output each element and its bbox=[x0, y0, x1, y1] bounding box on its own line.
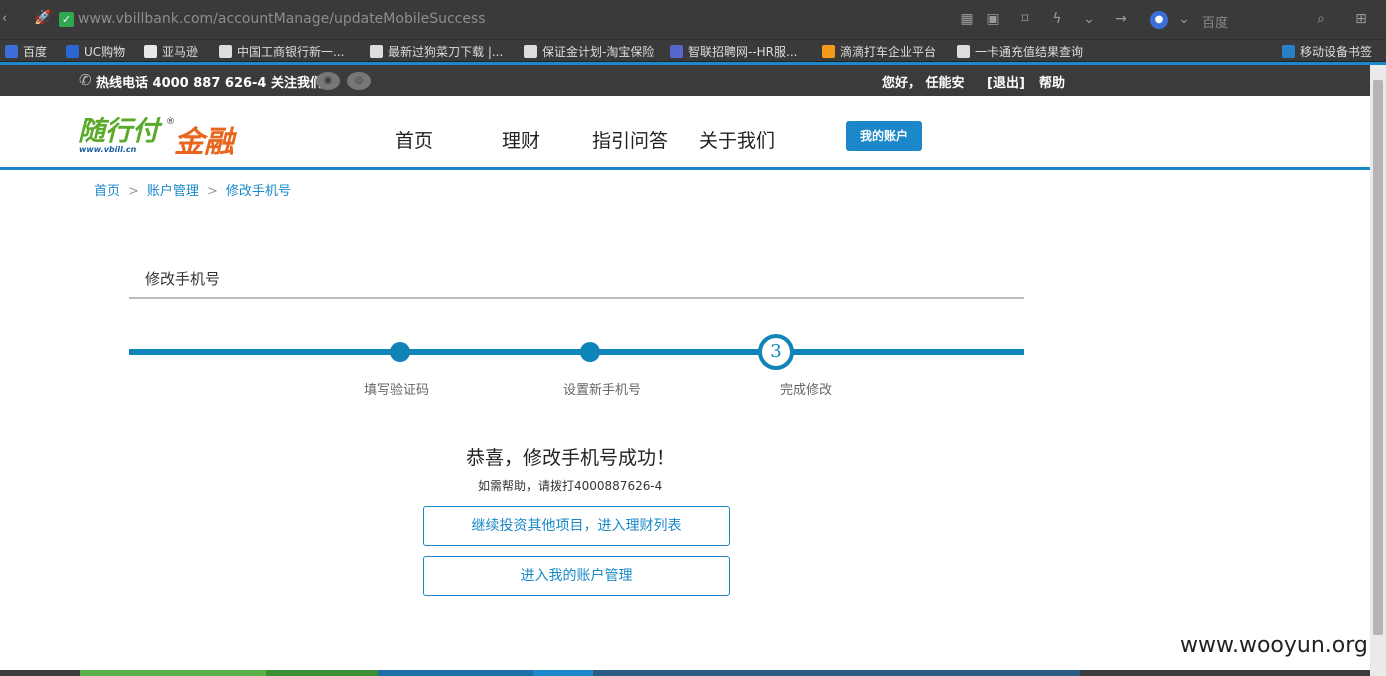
step-3-label: 完成修改 bbox=[780, 383, 833, 398]
breadcrumb-separator: > bbox=[206, 184, 218, 199]
qrcode-icon[interactable]: ▦ bbox=[958, 10, 976, 28]
clipboard-icon[interactable]: ▣ bbox=[984, 10, 1002, 28]
page-icon bbox=[524, 44, 537, 58]
breadcrumb-home[interactable]: 首页 bbox=[94, 184, 120, 199]
my-account-button[interactable]: 我的账户 bbox=[846, 121, 922, 151]
progress-track bbox=[129, 349, 1024, 355]
url-input[interactable]: www.vbillbank.com/accountManage/updateMo… bbox=[78, 11, 486, 27]
search-icon[interactable]: ⌕ bbox=[1312, 10, 1330, 28]
hotline-text: 热线电话 4000 887 626-4 关注我们 bbox=[96, 76, 323, 91]
user-greeting: 您好， 任能安 bbox=[882, 76, 965, 91]
nav-finance[interactable]: 理财 bbox=[502, 126, 540, 153]
reader-icon[interactable]: ⌑ bbox=[1016, 10, 1034, 28]
mobile-bookmarks-label: 移动设备书签 bbox=[1300, 44, 1373, 59]
bookmark-label: 保证金计划-淘宝保险 bbox=[542, 44, 655, 59]
didi-icon bbox=[822, 44, 835, 58]
bookmark-label: 滴滴打车企业平台 bbox=[840, 44, 937, 59]
bookmark-label: 中国工商银行新一... bbox=[237, 44, 345, 59]
bookmark-item[interactable]: 中国工商银行新一... bbox=[219, 43, 344, 59]
engine-dropdown-icon[interactable]: ⌄ bbox=[1175, 10, 1193, 28]
success-message: 恭喜，修改手机号成功！ bbox=[466, 447, 676, 469]
bookmark-item[interactable]: 滴滴打车企业平台 bbox=[822, 43, 936, 59]
amazon-icon bbox=[144, 44, 157, 58]
mobile-device-icon bbox=[1282, 44, 1295, 58]
grid-menu-icon[interactable]: ⊞ bbox=[1352, 10, 1370, 28]
search-input[interactable]: 百度 bbox=[1202, 12, 1228, 31]
page-icon bbox=[219, 44, 232, 58]
logout-link[interactable]: [退出] bbox=[987, 72, 1025, 91]
bookmark-label: 亚马逊 bbox=[162, 44, 199, 59]
zhaopin-icon bbox=[670, 44, 683, 58]
uc-icon bbox=[66, 44, 79, 58]
bookmark-item[interactable]: 最新过狗菜刀下载 |... bbox=[370, 43, 503, 59]
breadcrumb-account-manage[interactable]: 账户管理 bbox=[147, 184, 199, 199]
breadcrumb-separator: > bbox=[128, 184, 139, 199]
scrollbar-thumb[interactable] bbox=[1373, 80, 1383, 635]
phone-icon: ✆ bbox=[79, 71, 92, 89]
account-manage-button[interactable]: 进入我的账户管理 bbox=[423, 556, 730, 596]
bookmark-item[interactable]: 智联招聘网--HR服... bbox=[670, 43, 797, 59]
breadcrumb-current[interactable]: 修改手机号 bbox=[226, 184, 291, 199]
nav-home[interactable]: 首页 bbox=[395, 126, 433, 153]
help-text: 如需帮助，请拨打4000887626-4 bbox=[478, 479, 663, 493]
svg-text:金融: 金融 bbox=[174, 125, 238, 160]
footer-color-bar bbox=[0, 670, 1370, 676]
bookmarks-bar: 百度 UC购物 亚马逊 中国工商银行新一... 最新过狗菜刀下载 |... 保证金计划-淘… bbox=[0, 40, 1386, 62]
back-arrow-icon[interactable]: ‹ bbox=[2, 11, 7, 26]
secure-check-icon: ✓ bbox=[59, 12, 74, 27]
wechat-icon[interactable]: ◎ bbox=[347, 72, 371, 90]
bookmark-item[interactable]: 亚马逊 bbox=[144, 43, 198, 59]
svg-text:随行付: 随行付 bbox=[78, 116, 163, 147]
forward-arrow-icon[interactable]: → bbox=[1112, 10, 1130, 28]
site-topbar: ✆ 热线电话 4000 887 626-4 关注我们 ◉ ◎ 您好， 任能安 [… bbox=[0, 65, 1370, 96]
section-divider bbox=[129, 297, 1024, 299]
step-1-label: 填写验证码 bbox=[364, 383, 430, 398]
chevron-down-icon[interactable]: ⌄ bbox=[1080, 10, 1098, 28]
browser-address-bar: ‹ 🚀 ✓ www.vbillbank.com/accountManage/up… bbox=[0, 0, 1386, 40]
site-logo[interactable]: 随行付 ® 金融 www.vbill.cn bbox=[78, 106, 243, 160]
bookmark-label: 百度 bbox=[23, 44, 48, 59]
bookmark-item[interactable]: 百度 bbox=[5, 43, 47, 59]
baidu-paw-icon[interactable]: ● bbox=[1150, 11, 1168, 29]
bookmark-label: 最新过狗菜刀下载 |... bbox=[388, 44, 504, 59]
step-2-label: 设置新手机号 bbox=[563, 383, 642, 398]
help-link[interactable]: 帮助 bbox=[1039, 72, 1065, 91]
bookmark-item[interactable]: UC购物 bbox=[66, 43, 125, 59]
svg-text:www.vbill.cn: www.vbill.cn bbox=[79, 145, 137, 154]
step-1-dot bbox=[390, 342, 410, 362]
lightning-icon[interactable]: ϟ bbox=[1048, 10, 1066, 28]
weibo-icon[interactable]: ◉ bbox=[316, 72, 340, 90]
nav-faq[interactable]: 指引问答 bbox=[592, 126, 668, 153]
nav-about[interactable]: 关于我们 bbox=[699, 126, 775, 153]
page-icon bbox=[957, 44, 970, 58]
mobile-bookmarks[interactable]: 移动设备书签 bbox=[1282, 43, 1372, 59]
bookmark-item[interactable]: 一卡通充值结果查询 bbox=[957, 43, 1083, 59]
watermark-text: www.wooyun.org bbox=[1180, 633, 1368, 658]
rocket-icon: 🚀 bbox=[34, 10, 52, 26]
bookmark-label: 一卡通充值结果查询 bbox=[975, 44, 1084, 59]
continue-invest-button[interactable]: 继续投资其他项目，进入理财列表 bbox=[423, 506, 730, 546]
section-title: 修改手机号 bbox=[145, 270, 221, 288]
bookmark-label: UC购物 bbox=[84, 44, 126, 59]
baidu-icon bbox=[5, 44, 18, 58]
page-icon bbox=[370, 44, 383, 58]
bookmark-item[interactable]: 保证金计划-淘宝保险 bbox=[524, 43, 654, 59]
bookmark-label: 智联招聘网--HR服... bbox=[688, 44, 798, 59]
step-2-dot bbox=[580, 342, 600, 362]
site-header: 随行付 ® 金融 www.vbill.cn 首页 理财 指引问答 关于我们 我的… bbox=[0, 96, 1370, 170]
breadcrumb: 首页 > 账户管理 > 修改手机号 bbox=[94, 180, 291, 199]
step-3-current: 3 bbox=[758, 334, 794, 370]
